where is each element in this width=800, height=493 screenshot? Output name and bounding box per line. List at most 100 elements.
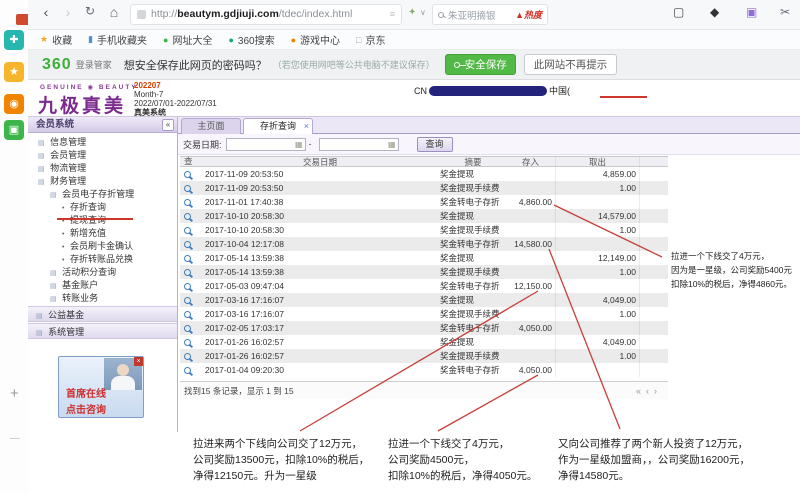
magnifier-icon[interactable] bbox=[184, 269, 191, 276]
search-box[interactable]: 朱亚明摘银 ▲热度 bbox=[432, 4, 548, 25]
hot-label[interactable]: ▲热度 bbox=[515, 8, 542, 21]
sidebar-item-活动积分查询[interactable]: ▤ 活动积分查询 bbox=[28, 266, 177, 279]
bookmark-item[interactable]: □ 京东 bbox=[356, 32, 385, 47]
flash-icon[interactable]: ✦ bbox=[408, 7, 416, 18]
magnifier-icon[interactable] bbox=[184, 311, 191, 318]
date-cell: 2017-01-26 16:02:57 bbox=[200, 349, 440, 363]
sidebar-item-财务管理[interactable]: ▤ 财务管理 bbox=[28, 175, 177, 188]
sidebar-item-label: 财务管理 bbox=[50, 176, 86, 186]
date-from-input[interactable]: ▦ bbox=[226, 138, 306, 151]
green-app-icon[interactable]: ▣ bbox=[4, 120, 24, 140]
tab-passbook-query[interactable]: 存折查询 × bbox=[243, 118, 313, 134]
plus-icon[interactable]: + bbox=[10, 385, 19, 402]
screenshot-icon[interactable]: ▢ bbox=[673, 5, 684, 19]
magnifier-icon[interactable] bbox=[184, 353, 191, 360]
health-app-icon[interactable]: ✚ bbox=[4, 30, 24, 50]
chevron-down-icon[interactable]: ∨ bbox=[420, 8, 426, 17]
shield-icon[interactable]: ◆ bbox=[710, 5, 719, 19]
bookmark-item[interactable]: ▮ 手机收藏夹 bbox=[88, 32, 147, 47]
table-row[interactable]: 2017-05-03 09:47:04 奖金转电子存折 12,150.00 bbox=[180, 279, 668, 293]
bookmark-item[interactable]: ★ 收藏 bbox=[40, 32, 72, 47]
home-icon[interactable]: ⌂ bbox=[104, 4, 124, 20]
magnifier-icon[interactable] bbox=[184, 171, 191, 178]
tab-close-icon[interactable]: × bbox=[304, 119, 309, 134]
save-password-button[interactable]: 安全保存 bbox=[445, 54, 516, 75]
page-next-icon[interactable]: › bbox=[654, 386, 662, 396]
bookmark-item[interactable]: ● 360搜索 bbox=[228, 32, 274, 47]
magnifier-icon[interactable] bbox=[184, 297, 191, 304]
browser-app-icon[interactable]: ◉ bbox=[4, 94, 24, 114]
magnifier-icon[interactable] bbox=[184, 283, 191, 290]
magnifier-icon[interactable] bbox=[184, 227, 191, 234]
sidebar-item-存折查询[interactable]: • 存折查询 bbox=[28, 201, 177, 214]
sidebar-item-转账业务[interactable]: ▤ 转账业务 bbox=[28, 292, 177, 305]
dismiss-button[interactable]: 此网站不再提示 bbox=[524, 54, 618, 75]
close-icon[interactable]: × bbox=[134, 357, 143, 366]
service-consult-link[interactable]: 点击咨询 bbox=[66, 401, 106, 416]
period-code: 202207 bbox=[134, 81, 217, 90]
calendar-icon[interactable]: ▦ bbox=[388, 140, 396, 149]
table-row[interactable]: 2017-10-04 12:17:08 奖金转电子存折 14,580.00 bbox=[180, 237, 668, 251]
sidebar-item-存折转账品兑换[interactable]: • 存折转账品兑换 bbox=[28, 253, 177, 266]
table-row[interactable]: 2017-10-10 20:58:30 奖金提现手续费 1.00 bbox=[180, 223, 668, 237]
bookmark-item[interactable]: ● 网址大全 bbox=[163, 32, 212, 47]
table-row[interactable]: 2017-01-26 16:02:57 奖金提现手续费 1.00 bbox=[180, 349, 668, 363]
sidebar-item-信息管理[interactable]: ▤ 信息管理 bbox=[28, 136, 177, 149]
magnifier-icon[interactable] bbox=[184, 325, 191, 332]
table-row[interactable]: 2017-02-05 17:03:17 奖金转电子存折 4,050.00 bbox=[180, 321, 668, 335]
scissors-icon[interactable]: ✂ bbox=[780, 5, 790, 19]
magnifier-icon[interactable] bbox=[184, 241, 191, 248]
sidebar-item-系统管理[interactable]: ▤ 系统管理 bbox=[28, 323, 177, 339]
date-to-input[interactable]: ▦ bbox=[319, 138, 399, 151]
page-prev-icon[interactable]: ‹ bbox=[646, 386, 654, 396]
magnifier-icon[interactable] bbox=[184, 339, 191, 346]
table-row[interactable]: 2017-10-10 20:58:30 奖金提现 14,579.00 bbox=[180, 209, 668, 223]
table-row[interactable]: 2017-11-09 20:53:50 奖金提现手续费 1.00 bbox=[180, 181, 668, 195]
table-row[interactable]: 2017-03-16 17:16:07 奖金提现 4,049.00 bbox=[180, 293, 668, 307]
magnifier-icon[interactable] bbox=[184, 255, 191, 262]
table-row[interactable]: 2017-11-01 17:40:38 奖金转电子存折 4,860.00 bbox=[180, 195, 668, 209]
sidebar-item-基金账户[interactable]: ▤ 基金账户 bbox=[28, 279, 177, 292]
table-row[interactable]: 2017-05-14 13:59:38 奖金提现 12,149.00 bbox=[180, 251, 668, 265]
magnifier-icon[interactable] bbox=[184, 213, 191, 220]
annotation-line: 扣除10%的税后，净得4050元。 bbox=[388, 468, 558, 484]
back-icon[interactable]: ‹ bbox=[36, 4, 56, 20]
minus-icon[interactable]: — bbox=[10, 433, 20, 444]
table-row[interactable]: 2017-01-26 16:02:57 奖金提现 4,049.00 bbox=[180, 335, 668, 349]
table-row[interactable]: 2017-03-16 17:16:07 奖金提现手续费 1.00 bbox=[180, 307, 668, 321]
tree-node-icon: ▤ bbox=[36, 330, 43, 337]
customer-service-widget[interactable]: × 首席在线 点击咨询 bbox=[58, 356, 144, 418]
forward-icon[interactable]: › bbox=[58, 4, 78, 20]
date-cell: 2017-10-04 12:17:08 bbox=[200, 237, 440, 251]
sidebar-item-新增充值[interactable]: • 新增充值 bbox=[28, 227, 177, 240]
refresh-icon[interactable]: ↻ bbox=[80, 4, 100, 18]
collapse-icon[interactable]: « bbox=[162, 119, 174, 131]
calendar-icon[interactable]: ▦ bbox=[295, 140, 303, 149]
sidebar-item-会员刷卡金确认[interactable]: • 会员刷卡金确认 bbox=[28, 240, 177, 253]
bookmark-item[interactable]: ● 游戏中心 bbox=[291, 32, 340, 47]
address-bar[interactable]: http://beautym.gdjiuji.com/tdec/index.ht… bbox=[130, 4, 402, 25]
page-first-icon[interactable]: « bbox=[636, 386, 646, 396]
magnifier-icon[interactable] bbox=[184, 367, 191, 374]
extensions-icon[interactable]: ▣ bbox=[746, 5, 757, 19]
favorites-star-icon[interactable]: ★ bbox=[4, 62, 24, 82]
magnifier-icon[interactable] bbox=[184, 185, 191, 192]
sidebar-item-物流管理[interactable]: ▤ 物流管理 bbox=[28, 162, 177, 175]
site-favicon bbox=[137, 10, 146, 19]
reader-menu-icon[interactable]: ≡ bbox=[390, 5, 395, 24]
table-row[interactable]: 2017-05-14 13:59:38 奖金提现手续费 1.00 bbox=[180, 265, 668, 279]
table-row[interactable]: 2017-01-04 09:20:30 奖金转电子存折 4,050.00 bbox=[180, 363, 668, 377]
sidebar-item-label: 会员刷卡金确认 bbox=[70, 241, 133, 251]
extra-cell bbox=[640, 293, 664, 307]
sidebar-item-会员电子存折管理[interactable]: ▤ 会员电子存折管理 bbox=[28, 188, 177, 201]
tree-node-icon: ▤ bbox=[50, 283, 57, 290]
sidebar-item-提现查询[interactable]: • 提现查询 bbox=[28, 214, 177, 227]
sidebar-item-公益基金[interactable]: ▤ 公益基金 bbox=[28, 306, 177, 322]
deposit-cell bbox=[506, 335, 556, 349]
tab-main-page[interactable]: 主页面 bbox=[181, 118, 241, 134]
table-row[interactable]: 2017-11-09 20:53:50 奖金提现 4,859.00 bbox=[180, 167, 668, 181]
service-online-link[interactable]: 首席在线 bbox=[66, 385, 106, 400]
magnifier-icon[interactable] bbox=[184, 199, 191, 206]
query-button[interactable]: 查询 bbox=[417, 137, 453, 152]
sidebar-item-会员管理[interactable]: ▤ 会员管理 bbox=[28, 149, 177, 162]
